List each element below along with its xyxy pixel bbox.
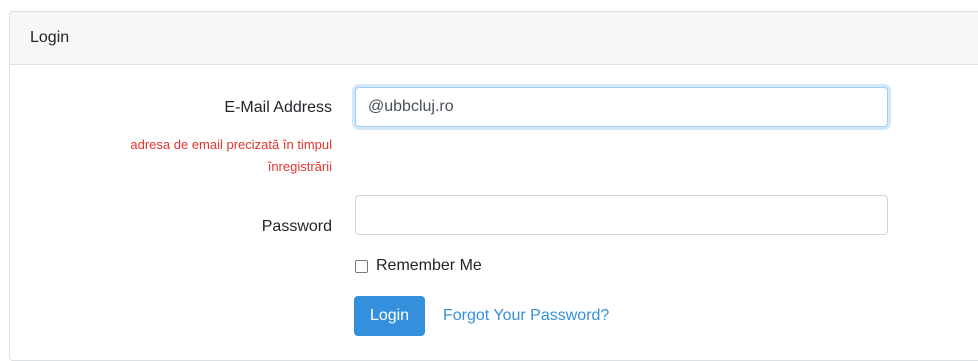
- password-input[interactable]: [355, 195, 888, 235]
- card-header-title: Login: [30, 29, 70, 46]
- remember-me-label: Remember Me: [376, 257, 482, 274]
- remember-me-row[interactable]: Remember Me: [355, 257, 482, 275]
- email-label: E-Mail Address: [224, 99, 332, 116]
- login-button[interactable]: Login: [354, 296, 425, 336]
- card-header: Login: [10, 12, 978, 65]
- password-label: Password: [261, 218, 332, 235]
- email-input[interactable]: [355, 87, 888, 127]
- email-hint: adresa de email precizată în timpul înre…: [130, 137, 332, 174]
- login-card: Login E-Mail Address adresa de email pre…: [9, 11, 978, 361]
- remember-me-checkbox[interactable]: [355, 259, 368, 273]
- forgot-password-link[interactable]: Forgot Your Password?: [443, 307, 609, 325]
